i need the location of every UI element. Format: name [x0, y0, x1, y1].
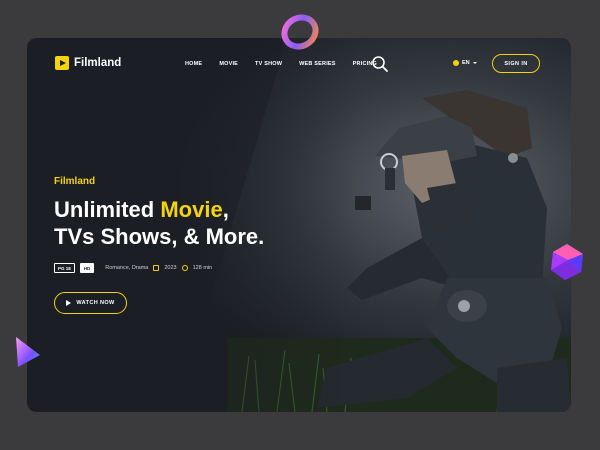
- nav-item-movie[interactable]: MOVIE: [219, 61, 238, 67]
- cone-decoration-icon: [16, 337, 40, 367]
- hero-eyebrow: Filmland: [54, 176, 96, 187]
- gem-decoration-icon: [551, 244, 583, 280]
- page-frame: Filmland HOME MOVIE TV SHOW WEB SERIES P…: [27, 38, 571, 412]
- headline-text: Unlimited: [54, 197, 161, 222]
- duration-text: 128 min: [192, 265, 213, 271]
- brand-logo[interactable]: Filmland: [55, 56, 121, 70]
- release-year: 2023: [164, 265, 177, 271]
- play-icon: [66, 300, 72, 306]
- watch-now-label: WATCH NOW: [76, 300, 115, 306]
- watch-now-button[interactable]: WATCH NOW: [54, 292, 127, 314]
- calendar-icon: [153, 265, 160, 271]
- nav-item-tv-show[interactable]: TV SHOW: [255, 61, 282, 67]
- play-logo-icon: [55, 56, 69, 70]
- headline-highlight: Movie: [160, 197, 223, 222]
- headline-comma: ,: [222, 197, 229, 222]
- genres-text: Romance, Drama: [105, 265, 149, 271]
- sign-in-button[interactable]: SIGN IN: [492, 54, 540, 73]
- headline-line2: TVs Shows, & More.: [54, 224, 265, 249]
- chevron-down-icon: [472, 62, 477, 64]
- search-icon[interactable]: [371, 55, 389, 73]
- language-selector[interactable]: EN: [453, 60, 477, 66]
- brand-name: Filmland: [74, 57, 122, 69]
- main-nav: HOME MOVIE TV SHOW WEB SERIES PRICING: [185, 61, 394, 67]
- quality-badge: HD: [79, 263, 95, 273]
- clock-icon: [181, 265, 188, 271]
- nav-item-home[interactable]: HOME: [185, 61, 202, 67]
- rating-badge: PG 18: [54, 263, 75, 273]
- hero-headline: Unlimited Movie, TVs Shows, & More.: [54, 196, 264, 250]
- movie-meta: PG 18 HD Romance, Drama 2023 128 min: [54, 263, 212, 273]
- nav-item-web-series[interactable]: WEB SERIES: [299, 61, 336, 67]
- globe-icon: [453, 60, 459, 66]
- ring-decoration-icon: [281, 14, 319, 50]
- language-label: EN: [462, 60, 470, 66]
